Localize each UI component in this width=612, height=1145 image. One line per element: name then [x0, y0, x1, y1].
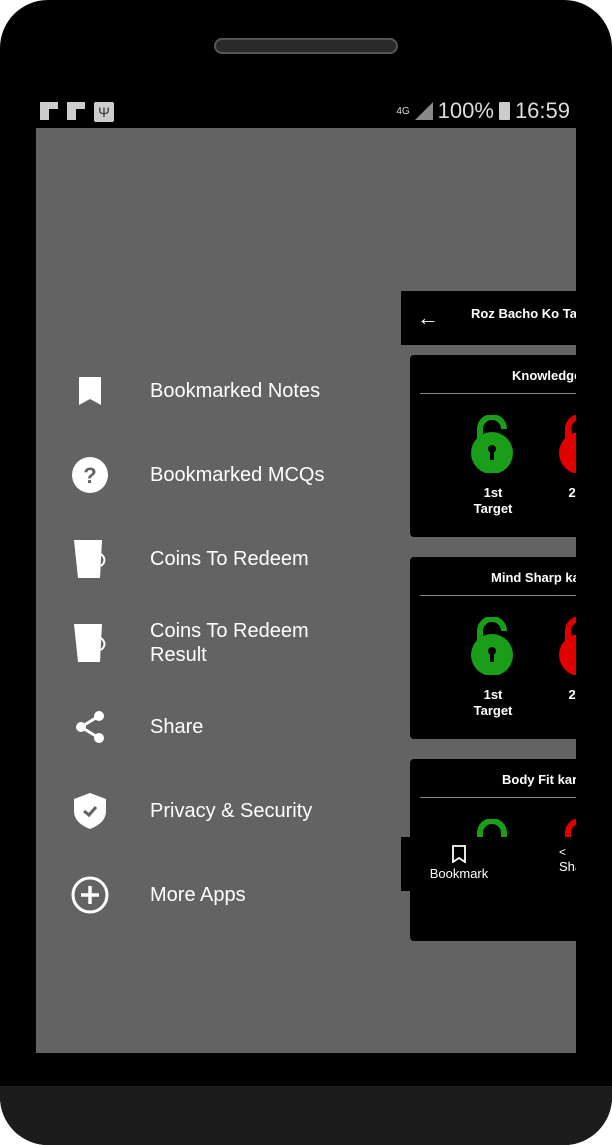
target-label: 2 Ta: [568, 485, 576, 500]
bottom-navigation: Bookmark < Sha: [401, 837, 576, 891]
card-knowledge[interactable]: Knowledge 1st Target 2 Ta: [410, 355, 576, 537]
nav-share[interactable]: < Sha: [559, 845, 576, 874]
locked-lock-icon: [559, 617, 576, 675]
battery-percent: 100%: [437, 98, 494, 123]
signal-icon: [414, 102, 433, 120]
cup-icon: [70, 623, 110, 663]
target-label: 1st Target: [473, 687, 513, 718]
unlocked-lock-icon: [471, 415, 513, 473]
screen: Bookmarked Notes ? Bookmarked MCQs Coins…: [36, 128, 576, 1053]
target-label: 1st Target: [473, 485, 513, 516]
bookmark-icon: [70, 371, 110, 411]
card-title: Knowledge: [512, 368, 576, 383]
drawer-item-bookmarked-mcqs[interactable]: ? Bookmarked MCQs: [36, 455, 396, 495]
svg-text:?: ?: [83, 463, 96, 488]
notification-icon: [40, 102, 58, 120]
notification-icon: [67, 102, 85, 120]
drawer-item-coins-to-redeem[interactable]: Coins To Redeem: [36, 539, 396, 579]
divider: [420, 393, 576, 394]
question-circle-icon: ?: [70, 455, 110, 495]
locked-lock-icon: [559, 415, 576, 473]
target-label: 2 Ta: [568, 687, 576, 702]
battery-icon: [498, 102, 510, 120]
speaker-grill: [214, 38, 398, 54]
card-title: Body Fit kar: [502, 772, 576, 787]
back-arrow-icon[interactable]: ←: [417, 305, 439, 331]
app-bar: ← Roz Bacho Ko Tar: [401, 291, 576, 345]
usb-icon: Ψ: [94, 102, 114, 122]
drawer-item-more-apps[interactable]: More Apps: [36, 875, 396, 915]
bottom-bezel: [0, 1086, 612, 1145]
main-app-preview[interactable]: ← Roz Bacho Ko Tar Knowledge 1st Target …: [401, 291, 576, 941]
drawer-item-bookmarked-notes[interactable]: Bookmarked Notes: [36, 371, 396, 411]
shield-check-icon: [70, 791, 110, 831]
card-mind-sharp[interactable]: Mind Sharp ka 1st Target 2 Ta: [410, 557, 576, 739]
card-title: Mind Sharp ka: [491, 570, 576, 585]
share-icon: <: [559, 845, 567, 859]
app-title: Roz Bacho Ko Tar: [471, 306, 576, 321]
phone-frame: Ψ 4G 100% 16:59 Bookmarked Notes ? Bookm…: [0, 0, 612, 1145]
drawer-item-coins-to-redeem-result[interactable]: Coins To Redeem Result: [36, 619, 396, 667]
plus-circle-icon: [70, 875, 110, 915]
unlocked-lock-icon: [471, 617, 513, 675]
nav-label: Bookmark: [429, 866, 489, 881]
drawer-item-privacy-security[interactable]: Privacy & Security: [36, 791, 396, 831]
bookmark-outline-icon: [452, 845, 466, 864]
nav-bookmark[interactable]: Bookmark: [423, 845, 495, 881]
clock: 16:59: [514, 98, 570, 123]
status-bar: Ψ 4G 100% 16:59: [36, 96, 576, 128]
share-icon: [70, 707, 110, 747]
divider: [420, 595, 576, 596]
network-type: 4G: [396, 105, 410, 117]
drawer-item-share[interactable]: Share: [36, 707, 396, 747]
nav-label: Sha: [559, 859, 576, 874]
divider: [420, 797, 576, 798]
cup-icon: [70, 539, 110, 579]
